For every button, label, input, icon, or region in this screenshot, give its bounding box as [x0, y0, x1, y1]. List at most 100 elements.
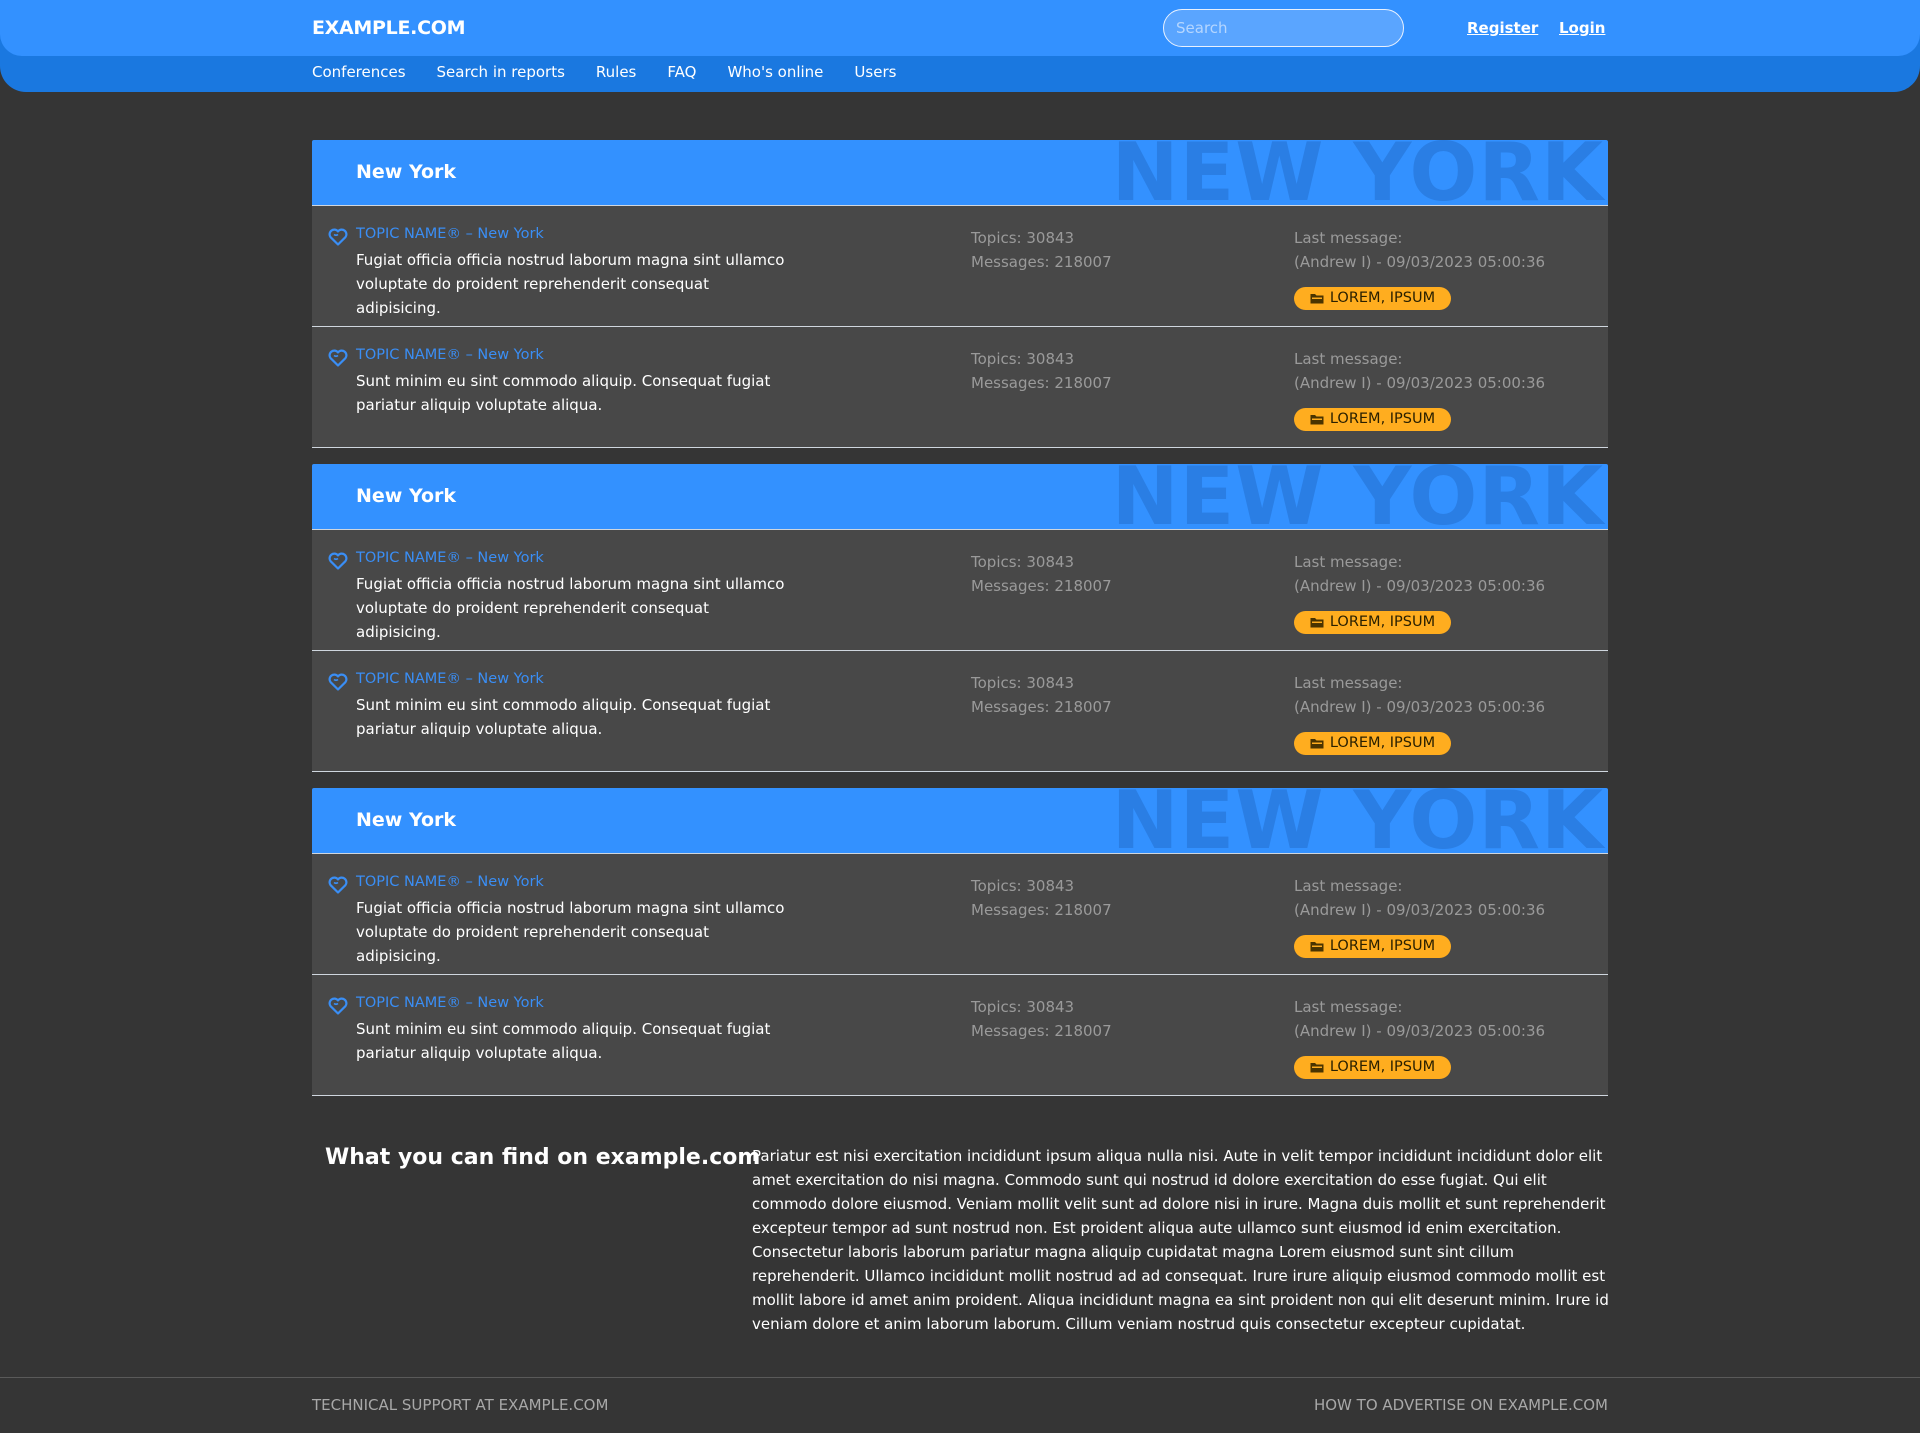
messages-count: Messages: 218007	[971, 1022, 1112, 1040]
last-message: Last message: (Andrew I) - 09/03/2023 05…	[1294, 347, 1545, 395]
folder-icon	[1310, 294, 1324, 304]
topic-link[interactable]: TOPIC NAME® – New York	[356, 550, 544, 566]
forum-section: NEW YORK New York TOPIC NAME® – New York…	[312, 140, 1608, 448]
last-message-label: Last message:	[1294, 350, 1403, 368]
forum-row: TOPIC NAME® – New York Fugiat officia of…	[312, 854, 1608, 975]
topic-stats: Topics: 30843 Messages: 218007	[971, 226, 1112, 274]
topic-description: Sunt minim eu sint commodo aliquip. Cons…	[356, 696, 771, 738]
topic-link[interactable]: TOPIC NAME® – New York	[356, 874, 544, 890]
heart-icon[interactable]	[328, 673, 348, 691]
topics-count: Topics: 30843	[971, 553, 1075, 571]
nav-faq[interactable]: FAQ	[667, 63, 696, 81]
forum-row: TOPIC NAME® – New York Fugiat officia of…	[312, 530, 1608, 651]
section-title[interactable]: New York	[356, 809, 456, 831]
badge-label: LOREM, IPSUM	[1329, 290, 1436, 306]
register-link[interactable]: Register	[1467, 19, 1538, 37]
heart-icon[interactable]	[328, 552, 348, 570]
folder-icon	[1310, 739, 1324, 749]
category-badge[interactable]: LOREM, IPSUM	[1294, 1056, 1451, 1079]
section-header: NEW YORK New York	[312, 788, 1608, 854]
topic-description: Sunt minim eu sint commodo aliquip. Cons…	[356, 1020, 771, 1062]
last-message-value[interactable]: (Andrew I) - 09/03/2023 05:00:36	[1294, 250, 1545, 274]
last-message-value[interactable]: (Andrew I) - 09/03/2023 05:00:36	[1294, 898, 1545, 922]
last-message-label: Last message:	[1294, 553, 1403, 571]
nav-users[interactable]: Users	[854, 63, 896, 81]
last-message: Last message: (Andrew I) - 09/03/2023 05…	[1294, 995, 1545, 1043]
section-watermark: NEW YORK	[1111, 788, 1604, 854]
category-badge[interactable]: LOREM, IPSUM	[1294, 935, 1451, 958]
heart-icon[interactable]	[328, 997, 348, 1015]
search-input[interactable]	[1163, 9, 1404, 47]
topic-stats: Topics: 30843 Messages: 218007	[971, 995, 1112, 1043]
footer-advertise-link[interactable]: HOW TO ADVERTISE ON EXAMPLE.COM	[1314, 1396, 1608, 1414]
section-title[interactable]: New York	[356, 485, 456, 507]
badge-label: LOREM, IPSUM	[1329, 1059, 1436, 1075]
last-message: Last message: (Andrew I) - 09/03/2023 05…	[1294, 226, 1545, 274]
last-message-label: Last message:	[1294, 674, 1403, 692]
category-badge[interactable]: LOREM, IPSUM	[1294, 611, 1451, 634]
badge-label: LOREM, IPSUM	[1329, 614, 1436, 630]
topic-link[interactable]: TOPIC NAME® – New York	[356, 671, 544, 687]
main-nav: Conferences Search in reports Rules FAQ …	[312, 63, 896, 81]
find-title: What you can find on example.com	[325, 1145, 761, 1170]
category-badge[interactable]: LOREM, IPSUM	[1294, 732, 1451, 755]
footer-support-link[interactable]: TECHNICAL SUPPORT AT EXAMPLE.COM	[312, 1396, 608, 1414]
last-message-value[interactable]: (Andrew I) - 09/03/2023 05:00:36	[1294, 1019, 1545, 1043]
messages-count: Messages: 218007	[971, 901, 1112, 919]
messages-count: Messages: 218007	[971, 698, 1112, 716]
messages-count: Messages: 218007	[971, 253, 1112, 271]
folder-icon	[1310, 618, 1324, 628]
badge-label: LOREM, IPSUM	[1329, 938, 1436, 954]
heart-icon[interactable]	[328, 228, 348, 246]
site-header: EXAMPLE.COM Register Login Conferences S…	[0, 0, 1920, 92]
topic-stats: Topics: 30843 Messages: 218007	[971, 671, 1112, 719]
last-message-value[interactable]: (Andrew I) - 09/03/2023 05:00:36	[1294, 695, 1545, 719]
forum-row: TOPIC NAME® – New York Sunt minim eu sin…	[312, 651, 1608, 772]
topic-description: Fugiat officia officia nostrud laborum m…	[356, 899, 785, 965]
topic-link[interactable]: TOPIC NAME® – New York	[356, 347, 544, 363]
topic-stats: Topics: 30843 Messages: 218007	[971, 874, 1112, 922]
badge-label: LOREM, IPSUM	[1329, 735, 1436, 751]
folder-icon	[1310, 415, 1324, 425]
topics-count: Topics: 30843	[971, 674, 1075, 692]
last-message-value[interactable]: (Andrew I) - 09/03/2023 05:00:36	[1294, 371, 1545, 395]
nav-conferences[interactable]: Conferences	[312, 63, 406, 81]
nav-rules[interactable]: Rules	[596, 63, 636, 81]
find-text: Pariatur est nisi exercitation incididun…	[752, 1147, 1609, 1333]
topic-description: Fugiat officia officia nostrud laborum m…	[356, 575, 785, 641]
topics-count: Topics: 30843	[971, 998, 1075, 1016]
messages-count: Messages: 218007	[971, 374, 1112, 392]
login-link[interactable]: Login	[1559, 19, 1605, 37]
last-message-label: Last message:	[1294, 998, 1403, 1016]
section-watermark: NEW YORK	[1111, 140, 1604, 206]
section-header: NEW YORK New York	[312, 140, 1608, 206]
nav-whos-online[interactable]: Who's online	[727, 63, 823, 81]
section-watermark: NEW YORK	[1111, 464, 1604, 530]
forum-row: TOPIC NAME® – New York Fugiat officia of…	[312, 206, 1608, 327]
site-logo[interactable]: EXAMPLE.COM	[312, 17, 465, 39]
topic-stats: Topics: 30843 Messages: 218007	[971, 347, 1112, 395]
nav-search-in-reports[interactable]: Search in reports	[437, 63, 565, 81]
last-message-label: Last message:	[1294, 229, 1403, 247]
forum-section: NEW YORK New York TOPIC NAME® – New York…	[312, 464, 1608, 772]
last-message: Last message: (Andrew I) - 09/03/2023 05…	[1294, 671, 1545, 719]
topic-link[interactable]: TOPIC NAME® – New York	[356, 995, 544, 1011]
forum-row: TOPIC NAME® – New York Sunt minim eu sin…	[312, 327, 1608, 448]
forum-section: NEW YORK New York TOPIC NAME® – New York…	[312, 788, 1608, 1096]
messages-count: Messages: 218007	[971, 577, 1112, 595]
category-badge[interactable]: LOREM, IPSUM	[1294, 408, 1451, 431]
topic-stats: Topics: 30843 Messages: 218007	[971, 550, 1112, 598]
forum-row: TOPIC NAME® – New York Sunt minim eu sin…	[312, 975, 1608, 1096]
topic-description: Sunt minim eu sint commodo aliquip. Cons…	[356, 372, 771, 414]
section-header: NEW YORK New York	[312, 464, 1608, 530]
last-message: Last message: (Andrew I) - 09/03/2023 05…	[1294, 874, 1545, 922]
folder-icon	[1310, 1063, 1324, 1073]
footer-divider	[0, 1377, 1920, 1378]
last-message-value[interactable]: (Andrew I) - 09/03/2023 05:00:36	[1294, 574, 1545, 598]
section-title[interactable]: New York	[356, 161, 456, 183]
badge-label: LOREM, IPSUM	[1329, 411, 1436, 427]
category-badge[interactable]: LOREM, IPSUM	[1294, 287, 1451, 310]
topic-link[interactable]: TOPIC NAME® – New York	[356, 226, 544, 242]
heart-icon[interactable]	[328, 876, 348, 894]
heart-icon[interactable]	[328, 349, 348, 367]
